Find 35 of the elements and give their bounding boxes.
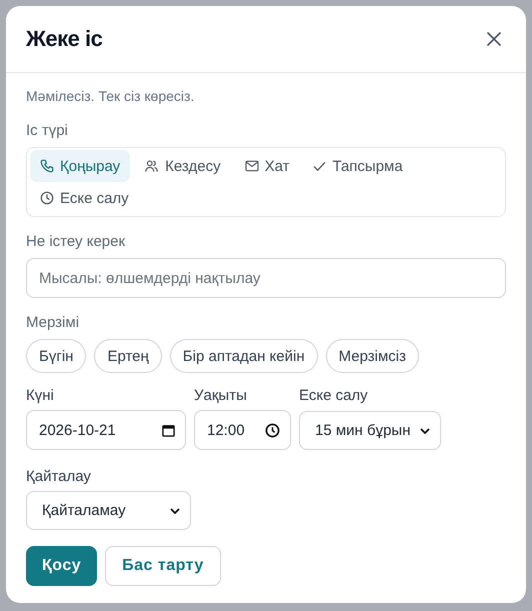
clock-icon [40, 191, 54, 205]
cancel-button[interactable]: Бас тарту [105, 546, 221, 586]
people-icon [144, 159, 160, 173]
field-label: Күні [26, 387, 54, 404]
phone-icon [40, 159, 54, 173]
close-icon[interactable] [487, 32, 501, 46]
field-label: Мерзімі [26, 314, 80, 331]
reminder-select[interactable]: 15 мин бұрын [299, 411, 441, 450]
dialog-title: Жеке іс [26, 26, 102, 52]
mail-icon [244, 160, 259, 172]
clock-icon [265, 422, 280, 438]
type-option[interactable]: Тапсырма [303, 150, 413, 182]
task-input-field[interactable]: Мысалы: өлшемдерді нақтылау [26, 258, 506, 298]
add-button[interactable]: Қосу [26, 546, 98, 586]
chevron-down-icon [420, 428, 430, 434]
due-option[interactable]: Бүгін [26, 339, 86, 373]
due-option[interactable]: Мерзімсіз [326, 339, 420, 373]
type-option[interactable]: Еске салу [30, 182, 139, 214]
field-label: Не істеу керек [26, 233, 126, 250]
field-label: Қайталау [26, 468, 91, 485]
due-option[interactable]: Ертең [94, 339, 162, 373]
date-field[interactable]: 2026-10-21 [26, 410, 186, 450]
field-label: Еске салу [299, 387, 368, 404]
check-icon [313, 160, 326, 172]
type-option[interactable]: Хат [234, 150, 300, 182]
field-label: Іс түрі [26, 122, 68, 139]
repeat-select[interactable]: Қайталамау [26, 491, 191, 530]
dialog-subtitle: Мәмілесіз. Тек сіз көресіз. [26, 88, 194, 104]
type-option[interactable]: Кездесу [134, 150, 231, 182]
type-option[interactable]: Қоңырау [30, 150, 130, 182]
chevron-down-icon [170, 508, 180, 514]
time-field[interactable]: 12:00 [194, 410, 291, 450]
field-label: Уақыты [194, 387, 247, 404]
calendar-icon [162, 424, 175, 436]
due-option[interactable]: Бір аптадан кейін [170, 339, 318, 373]
